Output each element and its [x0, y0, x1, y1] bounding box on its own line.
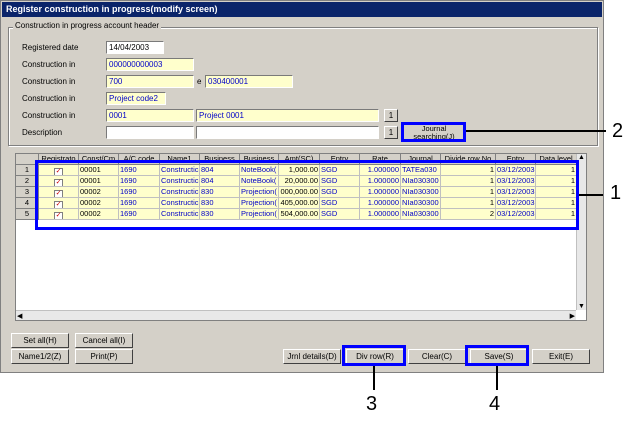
construction-code-name-field[interactable]: Project 0001: [196, 109, 379, 122]
jrnl-details-button[interactable]: Jrnl details(D): [283, 349, 341, 364]
construction-code-label: Construction in: [22, 111, 76, 120]
description-lookup-button[interactable]: 1: [384, 126, 398, 139]
callout-box-grid: [35, 160, 579, 230]
registered-date-label: Registered date: [22, 43, 79, 52]
construction-dept-label: Construction in: [22, 77, 76, 86]
callout-line-4: [496, 366, 498, 390]
registered-date-field[interactable]: 14/04/2003: [106, 41, 164, 54]
callout-box-save: [465, 345, 529, 366]
scroll-down-arrow-icon[interactable]: ▼: [578, 303, 585, 310]
grid-horizontal-scrollbar[interactable]: ◀ ▶: [16, 310, 576, 320]
scroll-up-arrow-icon[interactable]: ▲: [578, 154, 585, 161]
callout-line-3: [373, 366, 375, 390]
callout-box-journal-search: [401, 122, 466, 142]
description-field2[interactable]: [196, 126, 379, 139]
callout-number-3: 3: [366, 393, 378, 415]
callout-line-1: [579, 194, 603, 196]
construction-no-field[interactable]: 000000000003: [106, 58, 194, 71]
construction-dept-mid-label: e: [197, 77, 202, 86]
construction-dept-field[interactable]: 700: [106, 75, 194, 88]
callout-number-1: 1: [610, 182, 622, 204]
callout-line-2: [466, 130, 606, 132]
construction-dept-field2[interactable]: 030400001: [205, 75, 293, 88]
window-title: Register construction in progress(modify…: [2, 2, 602, 17]
exit-button[interactable]: Exit(E): [532, 349, 590, 364]
construction-project-label: Construction in: [22, 94, 76, 103]
description-label: Description: [22, 128, 63, 137]
description-field[interactable]: [106, 126, 194, 139]
print-button[interactable]: Print(P): [75, 349, 133, 364]
callout-number-2: 2: [612, 120, 624, 142]
set-all-button[interactable]: Set all(H): [11, 333, 69, 348]
construction-code-lookup-button[interactable]: 1: [384, 109, 398, 122]
callout-number-4: 4: [489, 393, 501, 415]
callout-box-div-row: [342, 345, 406, 366]
name12-button[interactable]: Name1/2(Z): [11, 349, 69, 364]
construction-project-field[interactable]: Project code2: [106, 92, 166, 105]
scroll-left-arrow-icon[interactable]: ◀: [17, 312, 22, 320]
construction-no-label: Construction in: [22, 60, 76, 69]
header-group-label: Construction in progress account header: [13, 21, 162, 30]
cancel-all-button[interactable]: Cancel all(I): [75, 333, 133, 348]
clear-button[interactable]: Clear(C): [408, 349, 466, 364]
construction-code-field[interactable]: 0001: [106, 109, 194, 122]
scroll-right-arrow-icon[interactable]: ▶: [570, 312, 575, 320]
